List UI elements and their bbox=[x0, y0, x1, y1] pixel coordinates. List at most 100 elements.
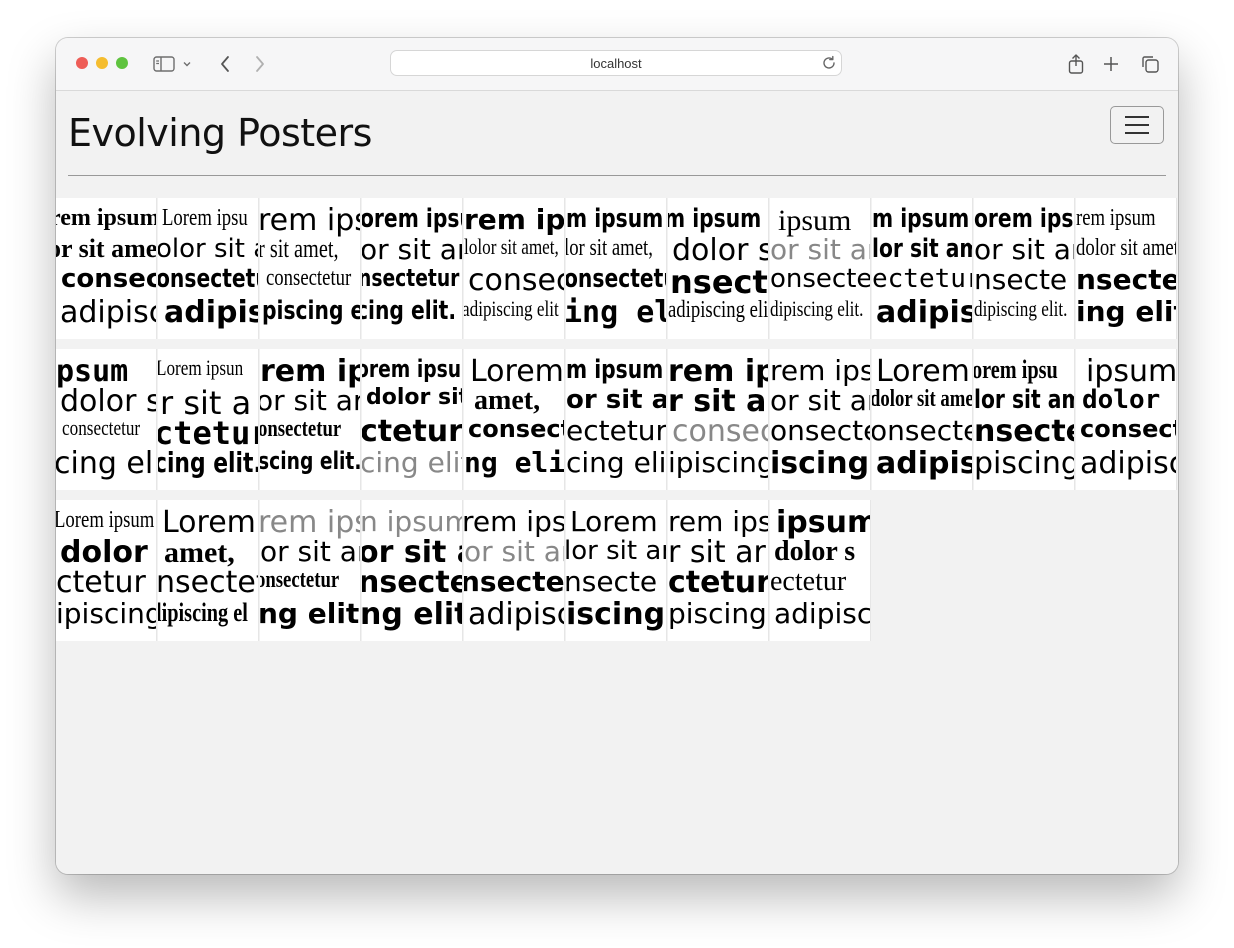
poster-card[interactable]: Lorem amet, nsectet lipiscing el bbox=[158, 500, 259, 641]
poster-text-line: cing elit. bbox=[56, 446, 156, 481]
poster-text-line: ctetur bbox=[56, 565, 146, 600]
poster-text-line: dolor s bbox=[1082, 385, 1176, 415]
poster-text-line: rem ipsu bbox=[464, 505, 565, 538]
page-title: Evolving Posters bbox=[68, 111, 372, 155]
poster-text-line: m ipsum bbox=[668, 204, 762, 234]
poster-text-line: or sit am bbox=[362, 233, 462, 266]
poster-text-line: orem ipsu bbox=[362, 204, 462, 234]
poster-text-line: nsecte bbox=[464, 565, 565, 598]
poster-text-line: amet, bbox=[474, 385, 541, 416]
poster-text-line: consecte bbox=[1080, 415, 1176, 443]
hamburger-menu-icon bbox=[1125, 116, 1149, 118]
poster-card[interactable]: Lorem ipsumdolor scteturipiscing e bbox=[56, 500, 157, 641]
poster-card[interactable]: n ipsumor sit arnsecteng elit. bbox=[362, 500, 463, 641]
poster-card[interactable]: rem ipsor sit aronsectetur scing elit. bbox=[260, 349, 361, 490]
poster-text-line: adipisc bbox=[60, 295, 157, 330]
poster-text-line: dolor sit ame bbox=[872, 386, 973, 412]
poster-text-line: ing elit. bbox=[1076, 295, 1176, 328]
page-content: Evolving Posters rem ipsumor sit amet,co… bbox=[56, 91, 1178, 874]
poster-text-line: lor sit amet, bbox=[566, 235, 653, 261]
poster-card[interactable]: m ipsumor sit amecteturcing elit. bbox=[566, 349, 667, 490]
poster-text-line: ctetur bbox=[158, 414, 258, 452]
sidebar-icon[interactable] bbox=[152, 52, 176, 76]
chevron-down-icon[interactable] bbox=[179, 52, 195, 76]
poster-card[interactable]: m ipsumdolor snsecteadipiscing elit bbox=[668, 198, 769, 339]
poster-card[interactable]: m ipsumlor sit amecteturadipisc bbox=[872, 198, 973, 339]
poster-card[interactable]: ipsumor sit amonsectetudipiscing elit. bbox=[770, 198, 871, 339]
poster-text-line: amet, bbox=[164, 536, 235, 569]
poster-card[interactable]: Lorem ilor sit amnsecteiscing bbox=[566, 500, 667, 641]
poster-text-line: consecte bbox=[61, 264, 156, 294]
poster-text-line: rem ipsum bbox=[56, 205, 157, 231]
poster-text-line: dolor s bbox=[774, 536, 856, 567]
browser-toolbar: localhost bbox=[56, 38, 1178, 91]
poster-text-line: m ipsum bbox=[872, 204, 970, 234]
tabs-overview-icon[interactable] bbox=[1138, 52, 1162, 76]
poster-text-line: ipsum bbox=[1086, 354, 1177, 389]
poster-card[interactable]: rem ipsum dolor sit ametnsecteing elit. bbox=[1076, 198, 1177, 339]
close-window-button[interactable] bbox=[76, 57, 88, 69]
poster-text-line: Lorem bbox=[162, 505, 256, 540]
share-icon[interactable] bbox=[1064, 52, 1088, 76]
poster-text-line: dolor sit bbox=[366, 385, 463, 410]
navbar-toggle-button[interactable] bbox=[1110, 106, 1164, 144]
poster-text-line: rem ipsum bbox=[1076, 205, 1156, 231]
poster-card[interactable]: Lorem ipsu olor sit ameonsectetuadipisc bbox=[158, 198, 259, 339]
poster-text-line: rem ips bbox=[260, 354, 360, 389]
poster-text-line: orem ipsu bbox=[974, 355, 1058, 384]
poster-text-line: consec bbox=[468, 263, 565, 298]
poster-text-line: nsecte bbox=[566, 565, 658, 598]
poster-card[interactable]: rem ipsuor sit arnsecteadipisci bbox=[464, 500, 565, 641]
poster-text-line: Lorem ipsun bbox=[158, 355, 244, 380]
new-tab-icon[interactable] bbox=[1099, 52, 1123, 76]
address-bar[interactable]: localhost bbox=[390, 50, 842, 76]
poster-card[interactable]: rem ipsur sit amet,consectetur piscing e bbox=[260, 198, 361, 339]
poster-card[interactable]: Lorem ipsunr sit acteturcing elit. bbox=[158, 349, 259, 490]
poster-text-line: r sit amet, bbox=[260, 234, 339, 263]
poster-text-line: nsecte bbox=[974, 414, 1075, 449]
poster-card[interactable]: m ipsumlor sit amet, onsectetuing elit. bbox=[566, 198, 667, 339]
poster-text-line: ectetur bbox=[566, 414, 667, 447]
poster-text-line: lipiscing el bbox=[158, 598, 248, 627]
poster-text-line: rem ipsu bbox=[770, 354, 870, 387]
poster-text-line: iscing bbox=[566, 597, 666, 632]
poster-card[interactable]: rem ipsulolor sit amet, consecadipiscing … bbox=[464, 198, 565, 339]
poster-card[interactable]: orem ipsuor sit amnsectetur cing elit. bbox=[362, 198, 463, 339]
poster-text-line: onsectetu bbox=[770, 414, 870, 447]
zoom-window-button[interactable] bbox=[116, 57, 128, 69]
poster-text-line: ipiscing e bbox=[668, 446, 769, 479]
poster-card[interactable]: rem ipsur sit arcteturpiscing e bbox=[668, 500, 769, 641]
poster-card[interactable]: Loremdolor sit ameonsectetadipisc bbox=[872, 349, 973, 490]
poster-text-line: orem ipsu bbox=[974, 204, 1074, 234]
poster-text-line: r sit ar bbox=[668, 384, 768, 419]
poster-text-line: lor sit am bbox=[974, 385, 1075, 415]
poster-text-line: onsectetu bbox=[566, 264, 666, 294]
poster-card[interactable]: ipsumdolor secteturadipiscir bbox=[770, 500, 871, 641]
poster-text-line: nsecte bbox=[1076, 263, 1177, 296]
poster-card[interactable]: Loremamet,consecte ng elit. bbox=[464, 349, 565, 490]
poster-card[interactable]: orem ipsulor sit amnsectepiscing e bbox=[974, 349, 1075, 490]
poster-card[interactable]: ipsumdolor sconsecte adipisc bbox=[1076, 349, 1177, 490]
poster-text-line: ctetur bbox=[668, 565, 769, 600]
poster-card[interactable]: orem ipsuor sit amnsectedipiscing elit. bbox=[974, 198, 1075, 339]
back-icon[interactable] bbox=[213, 52, 237, 76]
poster-card[interactable]: rem ipsor sit anonsectetur ng elit. bbox=[260, 500, 361, 641]
reload-icon[interactable] bbox=[821, 55, 837, 76]
poster-text-line: Lorem bbox=[470, 354, 564, 389]
poster-text-line: or sit ar bbox=[362, 535, 462, 570]
poster-text-line: psum bbox=[56, 354, 129, 389]
poster-text-line: ng elit. bbox=[464, 446, 565, 479]
poster-card[interactable]: psumdolor sconsectetur cing elit. bbox=[56, 349, 157, 490]
minimize-window-button[interactable] bbox=[96, 57, 108, 69]
forward-icon[interactable] bbox=[248, 52, 272, 76]
poster-text-line: scing elit. bbox=[260, 447, 361, 475]
poster-text-line: Lorem ipsum bbox=[56, 507, 155, 533]
poster-card[interactable]: orem ipsudolor sit cteturcing elit. bbox=[362, 349, 463, 490]
poster-text-line: rem ipsu bbox=[260, 203, 360, 238]
poster-card[interactable]: rem ipsum or sit amet,consecteadipisc bbox=[56, 198, 157, 339]
poster-card[interactable]: rem ipsr sit arconsectipiscing e bbox=[668, 349, 769, 490]
poster-card[interactable]: rem ipsuor sit anonsectetuiscing bbox=[770, 349, 871, 490]
poster-text-line: dipiscing elit. bbox=[974, 296, 1068, 321]
poster-text-line: ipsum bbox=[776, 505, 871, 540]
poster-text-line: or sit am bbox=[770, 233, 870, 266]
